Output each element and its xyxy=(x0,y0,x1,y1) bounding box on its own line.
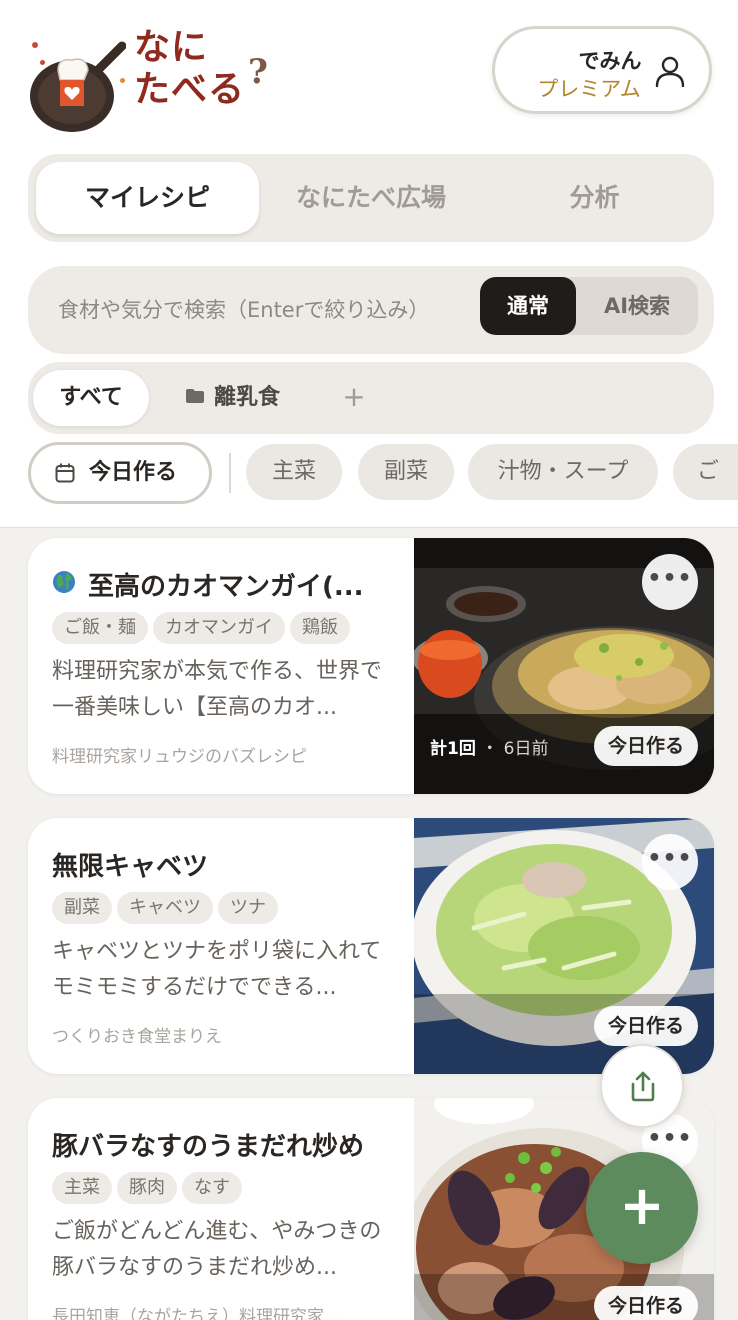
today-filter-button[interactable]: 今日作る xyxy=(28,442,212,504)
globe-icon xyxy=(53,571,75,593)
folder-item-baby-food[interactable]: 離乳食 xyxy=(186,370,280,426)
add-recipe-button[interactable]: + xyxy=(586,1152,698,1264)
person-icon xyxy=(655,56,685,87)
user-name: でみん xyxy=(578,49,642,73)
frying-pan-logo-icon xyxy=(30,41,126,132)
cook-today-button[interactable]: 今日作る xyxy=(593,1286,698,1320)
logo-dot xyxy=(120,78,125,83)
recipe-tag: ツナ xyxy=(218,892,278,924)
search-bar: 通常 AI検索 xyxy=(28,266,714,354)
filter-chip-soup[interactable]: 汁物・スープ xyxy=(468,444,658,500)
header-area: なに たべる ? でみん プレミアム マイレシピ なにたべ広場 分析 通常 AI… xyxy=(0,0,738,528)
filter-chip-side-dish[interactable]: 副菜 xyxy=(358,444,454,500)
recipe-tag: なす xyxy=(182,1172,242,1204)
stats-separator: ・ xyxy=(481,739,499,759)
recipe-source: 料理研究家リュウジのバズレシピ xyxy=(52,747,307,767)
logo-wordmark: なに たべる xyxy=(134,26,245,110)
recipe-description: ご飯がどんどん進む、やみつきの豚バラなすのうまだれ炒め... xyxy=(52,1219,382,1280)
recipe-title: 豚バラなすのうまだれ炒め xyxy=(52,1132,365,1162)
cook-count: 計1回 xyxy=(430,739,476,759)
more-options-button[interactable]: ••• xyxy=(642,834,698,890)
main-tabs: マイレシピ なにたべ広場 分析 xyxy=(28,154,714,242)
search-input[interactable] xyxy=(58,288,478,332)
plus-icon: + xyxy=(619,1174,665,1237)
share-button[interactable] xyxy=(600,1044,684,1128)
cook-today-button[interactable]: 今日作る xyxy=(593,1006,698,1046)
search-mode-toggle: 通常 AI検索 xyxy=(480,277,698,335)
logo-dot xyxy=(40,60,45,65)
tab-my-recipes[interactable]: マイレシピ xyxy=(36,162,259,234)
folder-item-label: 離乳食 xyxy=(214,385,281,410)
logo-line-1: なに xyxy=(134,26,209,68)
recipe-card[interactable]: 無限キャベツ 副菜 キャベツ ツナ キャベツとツナをポリ袋に入れてモミモミするだけで… xyxy=(28,818,714,1074)
recipe-source: つくりおき食堂まりえ xyxy=(52,1027,222,1047)
recipe-tag: 豚肉 xyxy=(117,1172,177,1204)
filter-divider xyxy=(229,453,231,493)
recipe-title: 至高のカオマンガイ(... xyxy=(88,572,364,602)
premium-badge: プレミアム xyxy=(537,77,641,101)
app-logo: なに たべる ? xyxy=(26,14,270,132)
search-mode-ai[interactable]: AI検索 xyxy=(576,277,698,335)
tab-analysis[interactable]: 分析 xyxy=(483,162,706,234)
recipe-cook-stats: 計1回 ・ 6日前 xyxy=(430,734,548,759)
logo-question-mark: ? xyxy=(248,52,268,92)
recipe-tags: 主菜 豚肉 なす xyxy=(52,1172,247,1204)
recipe-source: 長田知恵（ながたちえ）料理研究家... xyxy=(52,1307,341,1320)
share-icon xyxy=(631,1071,655,1102)
folder-tabs: すべて 離乳食 + xyxy=(28,362,714,434)
filter-chip-rice[interactable]: ご xyxy=(673,444,738,500)
recipe-card[interactable]: 至高のカオマンガイ(... ご飯・麺 カオマンガイ 鶏飯 料理研究家が本気で作る、世… xyxy=(28,538,714,794)
user-account-button[interactable]: でみん プレミアム xyxy=(492,26,712,114)
filter-chip-main-dish[interactable]: 主菜 xyxy=(246,444,342,500)
recipe-tag: カオマンガイ xyxy=(153,612,285,644)
folder-icon xyxy=(186,389,204,403)
recipe-tag: 主菜 xyxy=(52,1172,112,1204)
recipe-tag: キャベツ xyxy=(117,892,213,924)
recipe-tags: ご飯・麺 カオマンガイ 鶏飯 xyxy=(52,612,355,644)
tab-nanitabe-plaza[interactable]: なにたべ広場 xyxy=(259,162,483,234)
recipe-tags: 副菜 キャベツ ツナ xyxy=(52,892,283,924)
recipe-title: 無限キャベツ xyxy=(52,852,209,882)
more-options-button[interactable]: ••• xyxy=(642,554,698,610)
recipe-photo: ••• 計1回 ・ 6日前 今日作る xyxy=(414,538,714,794)
recipe-tag: ご飯・麺 xyxy=(52,612,148,644)
add-folder-button[interactable]: + xyxy=(340,370,368,426)
logo-dot xyxy=(32,42,38,48)
recipe-tag: 副菜 xyxy=(52,892,112,924)
logo-line-2: たべる xyxy=(134,68,246,110)
cook-today-button[interactable]: 今日作る xyxy=(593,726,698,766)
today-filter-label: 今日作る xyxy=(89,460,178,485)
calendar-icon xyxy=(55,463,75,483)
recipe-description: 料理研究家が本気で作る、世界で一番美味しい【至高のカオ... xyxy=(52,659,383,720)
recipe-description: キャベツとツナをポリ袋に入れてモミモミするだけでできる... xyxy=(52,939,382,1000)
recipe-tag: 鶏飯 xyxy=(290,612,350,644)
recipe-photo: ••• 今日作る xyxy=(414,818,714,1074)
last-made: 6日前 xyxy=(503,739,549,759)
folder-all[interactable]: すべて xyxy=(33,370,149,426)
search-mode-normal[interactable]: 通常 xyxy=(480,277,576,335)
